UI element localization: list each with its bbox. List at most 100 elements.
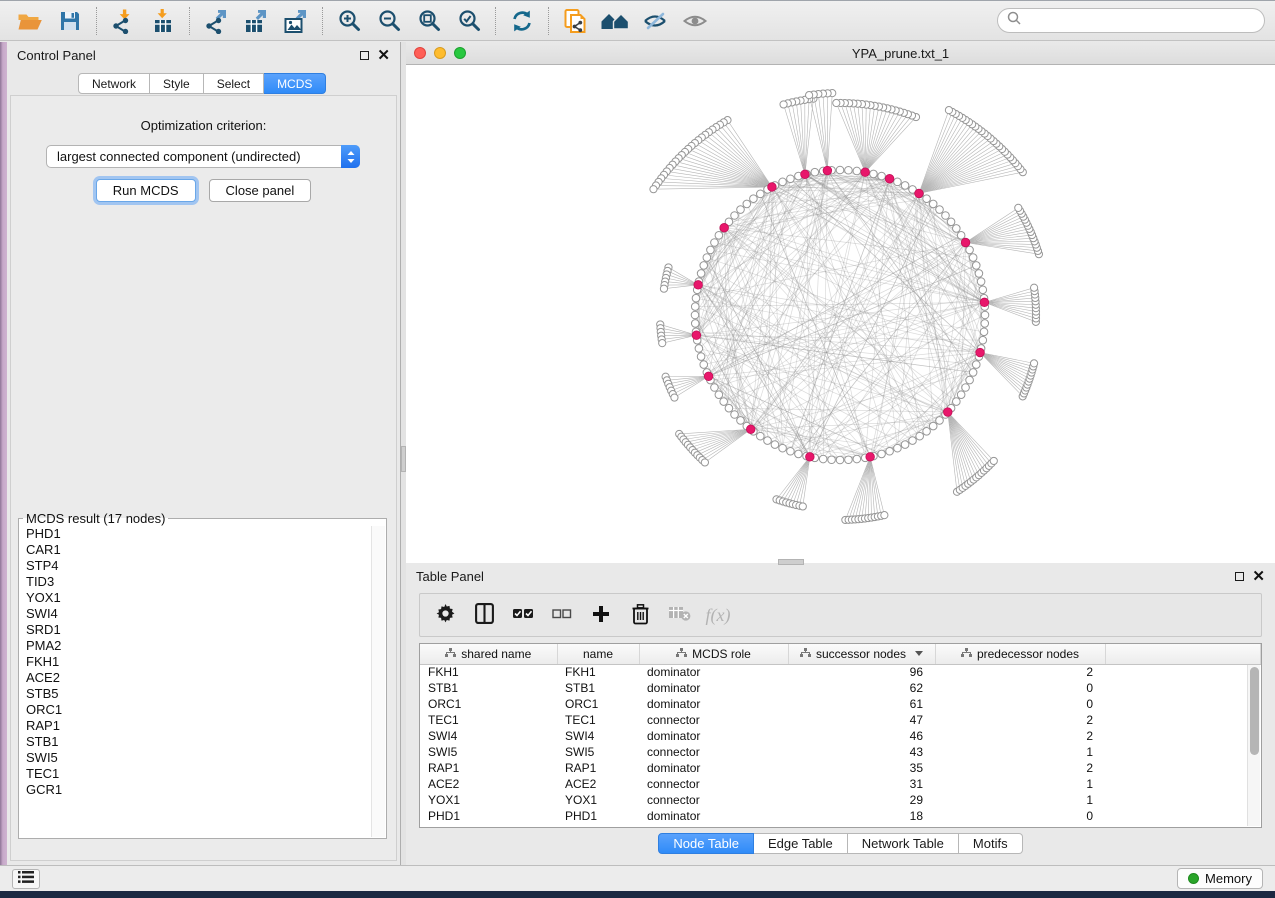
task-history-button[interactable] xyxy=(12,869,40,889)
delete-button[interactable] xyxy=(625,598,655,632)
zoom-in-button[interactable] xyxy=(329,4,369,38)
table-row[interactable]: STB1STB1dominator620 xyxy=(420,680,1261,696)
criterion-dropdown[interactable]: largest connected component (undirected) xyxy=(46,145,360,168)
mcds-result-item[interactable]: SWI4 xyxy=(20,606,371,622)
col-predecessor-nodes[interactable]: predecessor nodes xyxy=(935,644,1105,664)
tab-mcds[interactable]: MCDS xyxy=(264,73,326,94)
table-settings-button[interactable] xyxy=(430,598,460,632)
close-panel-icon[interactable]: ✕ xyxy=(1252,572,1265,581)
status-bar: Memory xyxy=(0,865,1275,891)
mcds-result-item[interactable]: ORC1 xyxy=(20,702,371,718)
float-panel-icon[interactable] xyxy=(360,51,369,60)
save-session-button[interactable] xyxy=(50,4,90,38)
table-row[interactable]: ACE2ACE2connector311 xyxy=(420,776,1261,792)
list-icon xyxy=(18,871,34,886)
mcds-result-item[interactable]: STB5 xyxy=(20,686,371,702)
col-successor-nodes[interactable]: successor nodes xyxy=(788,644,935,664)
table-row[interactable]: TEC1TEC1connector472 xyxy=(420,712,1261,728)
col-shared-name[interactable]: shared name xyxy=(420,644,557,664)
mcds-result-item[interactable]: FKH1 xyxy=(20,654,371,670)
mcds-result-item[interactable]: TID3 xyxy=(20,574,371,590)
first-neighbors-button[interactable] xyxy=(595,4,635,38)
tab-network[interactable]: Network xyxy=(78,73,150,94)
export-image-button[interactable] xyxy=(276,4,316,38)
import-table-icon xyxy=(150,8,176,34)
tab-motifs[interactable]: Motifs xyxy=(959,833,1023,854)
plus-icon xyxy=(591,604,611,627)
mcds-result-item[interactable]: YOX1 xyxy=(20,590,371,606)
mcds-result-item[interactable]: RAP1 xyxy=(20,718,371,734)
col-mcds-role[interactable]: MCDS role xyxy=(639,644,788,664)
mcds-result-item[interactable]: PMA2 xyxy=(20,638,371,654)
tab-node-table[interactable]: Node Table xyxy=(658,833,754,854)
zoom-selected-button[interactable] xyxy=(449,4,489,38)
zoom-fit-button[interactable] xyxy=(409,4,449,38)
duplicate-network-icon xyxy=(563,8,588,34)
mcds-result-group: MCDS result (17 nodes) PHD1CAR1STP4TID3Y… xyxy=(18,511,387,839)
zoom-fit-icon xyxy=(417,8,442,33)
horizontal-splitter-grip[interactable] xyxy=(778,559,804,565)
export-network-button[interactable] xyxy=(196,4,236,38)
table-row[interactable]: SWI5SWI5connector431 xyxy=(420,744,1261,760)
duplicate-network-button[interactable] xyxy=(555,4,595,38)
mcds-result-item[interactable]: SRD1 xyxy=(20,622,371,638)
table-row[interactable]: RAP1RAP1dominator352 xyxy=(420,760,1261,776)
float-panel-icon[interactable] xyxy=(1235,572,1244,581)
mcds-result-item[interactable]: STP4 xyxy=(20,558,371,574)
select-all-button[interactable] xyxy=(508,598,538,632)
criterion-value: largest connected component (undirected) xyxy=(47,149,342,164)
deselect-all-button[interactable] xyxy=(547,598,577,632)
mcds-result-item[interactable]: SWI5 xyxy=(20,750,371,766)
mcds-result-item[interactable]: CAR1 xyxy=(20,542,371,558)
sort-desc-icon xyxy=(915,651,923,656)
search-input[interactable] xyxy=(1026,14,1255,28)
show-all-button[interactable] xyxy=(675,4,715,38)
network-view[interactable] xyxy=(406,65,1275,563)
show-columns-button[interactable] xyxy=(469,598,499,632)
import-table-button[interactable] xyxy=(143,4,183,38)
toolbar-separator xyxy=(96,7,97,35)
table-toolbar: f(x) xyxy=(419,593,1262,637)
search-field[interactable] xyxy=(997,8,1265,33)
tab-network-table[interactable]: Network Table xyxy=(848,833,959,854)
table-row[interactable]: SWI4SWI4dominator462 xyxy=(420,728,1261,744)
tab-select[interactable]: Select xyxy=(204,73,264,94)
mcds-result-list[interactable]: PHD1CAR1STP4TID3YOX1SWI4SRD1PMA2FKH1ACE2… xyxy=(20,526,371,837)
tab-style[interactable]: Style xyxy=(150,73,204,94)
node-table[interactable]: shared name name MCDS role successor nod… xyxy=(420,644,1261,824)
export-table-button[interactable] xyxy=(236,4,276,38)
function-builder-button[interactable]: f(x) xyxy=(703,598,733,632)
table-row[interactable]: FKH1FKH1dominator962 xyxy=(420,664,1261,680)
add-column-button[interactable] xyxy=(586,598,616,632)
table-row[interactable]: ORC1ORC1dominator610 xyxy=(420,696,1261,712)
mcds-result-item[interactable]: GCR1 xyxy=(20,782,371,798)
hide-selected-icon xyxy=(642,9,668,33)
refresh-button[interactable] xyxy=(502,4,542,38)
table-scrollbar-thumb[interactable] xyxy=(1250,667,1259,755)
mcds-result-item[interactable]: TEC1 xyxy=(20,766,371,782)
run-mcds-button[interactable]: Run MCDS xyxy=(96,179,196,202)
mcds-result-item[interactable]: ACE2 xyxy=(20,670,371,686)
open-file-button[interactable] xyxy=(10,4,50,38)
table-row[interactable]: PHD1PHD1dominator180 xyxy=(420,808,1261,824)
tab-edge-table[interactable]: Edge Table xyxy=(754,833,848,854)
close-panel-button[interactable]: Close panel xyxy=(209,179,312,202)
import-network-button[interactable] xyxy=(103,4,143,38)
table-row[interactable]: YOX1YOX1connector291 xyxy=(420,792,1261,808)
show-all-icon xyxy=(682,9,708,33)
network-graph[interactable] xyxy=(406,65,1275,563)
mcds-list-scrollbar[interactable] xyxy=(371,526,385,837)
mcds-result-item[interactable]: STB1 xyxy=(20,734,371,750)
export-network-icon xyxy=(203,8,229,34)
network-titlebar[interactable]: YPA_prune.txt_1 xyxy=(406,42,1275,65)
toolbar-separator xyxy=(322,7,323,35)
col-name[interactable]: name xyxy=(557,644,639,664)
close-panel-icon[interactable]: ✕ xyxy=(377,51,390,60)
delete-table-button[interactable] xyxy=(664,598,694,632)
mcds-result-item[interactable]: PHD1 xyxy=(20,526,371,542)
memory-button[interactable]: Memory xyxy=(1177,868,1263,889)
main-toolbar xyxy=(0,0,1275,41)
hide-selected-button[interactable] xyxy=(635,4,675,38)
zoom-out-button[interactable] xyxy=(369,4,409,38)
table-scrollbar[interactable] xyxy=(1247,665,1260,826)
